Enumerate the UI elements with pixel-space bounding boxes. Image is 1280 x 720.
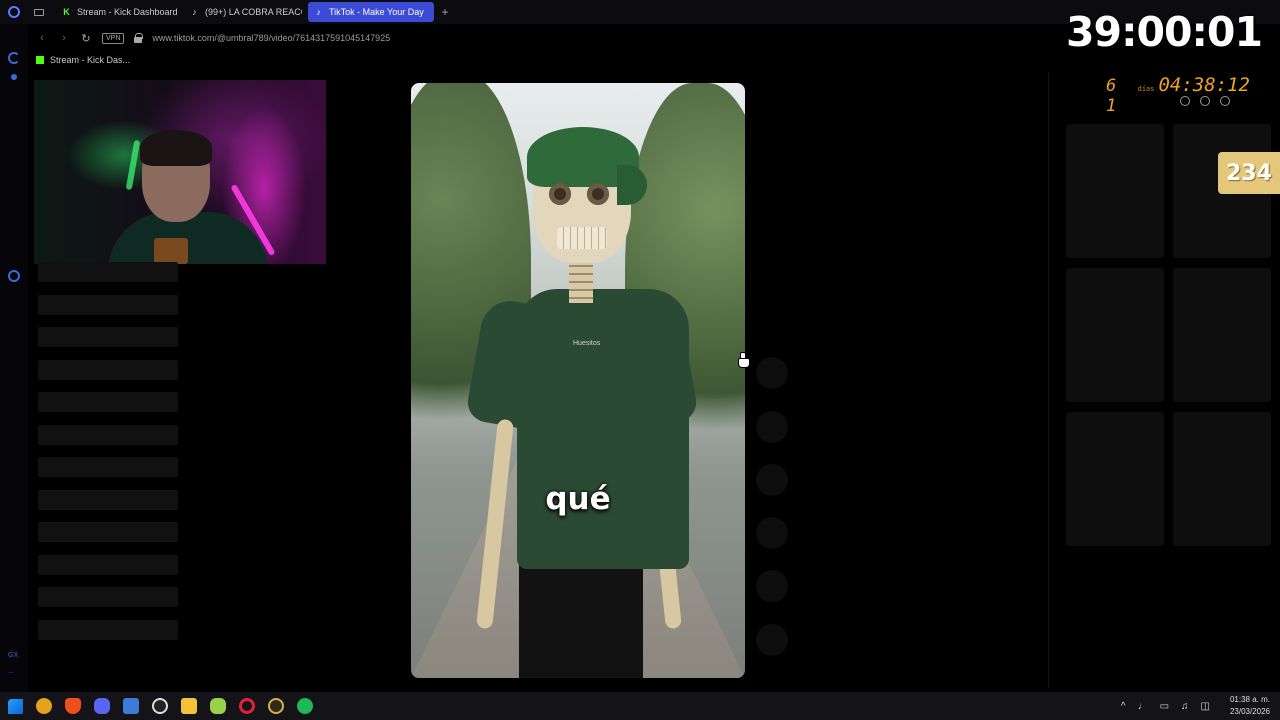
obs-icon[interactable] — [145, 692, 174, 720]
windows-taskbar: ^ ♩ ▭ ♫ ◫ 01:38 a. m. 23/03/2026 — [0, 692, 1280, 720]
vpn-badge[interactable]: VPN — [102, 32, 125, 44]
discord-icon[interactable] — [87, 692, 116, 720]
tab-label: Stream - Kick Dashboard — [77, 7, 178, 17]
clock-date: 23/03/2026 — [1229, 707, 1270, 716]
like-button[interactable] — [756, 357, 788, 389]
skeleton-row — [38, 424, 178, 445]
sidebar-dot-icon[interactable] — [11, 74, 17, 80]
video-tile[interactable] — [1173, 412, 1271, 546]
days-label: días — [1137, 85, 1155, 93]
skeleton-shirt — [517, 289, 689, 569]
video-tile[interactable] — [1173, 268, 1271, 402]
coin-app-icon[interactable] — [29, 692, 58, 720]
overlay-icons — [1180, 96, 1230, 106]
lock-icon[interactable] — [134, 33, 144, 43]
streamer-hair — [140, 130, 212, 166]
tree-left — [411, 83, 531, 493]
skeleton-row — [38, 619, 178, 640]
skeleton-row — [38, 457, 178, 477]
opera-sidebar: GX ... — [0, 24, 28, 692]
tab-tiktok[interactable]: ♪ TikTok - Make Your Day — [308, 2, 434, 22]
viewer-count-badge: 234 — [1218, 152, 1280, 194]
tab-label: (99+) LA COBRA REACCIO — [205, 7, 302, 17]
skeleton-eye — [587, 183, 609, 205]
file-explorer-icon[interactable] — [174, 692, 203, 720]
system-clock[interactable]: 01:38 a. m. 23/03/2026 — [1230, 694, 1270, 718]
new-tab-button[interactable]: + — [436, 2, 454, 22]
skeleton-row — [38, 522, 178, 542]
speaker-icon[interactable]: ♫ — [1181, 701, 1189, 712]
tab-label: TikTok - Make Your Day — [329, 7, 424, 17]
save-button[interactable] — [756, 464, 788, 496]
url-field[interactable]: www.tiktok.com/@umbral789/video/76143175… — [152, 33, 390, 43]
tiktok-video[interactable]: Huesitos qué — [411, 83, 745, 678]
forward-icon[interactable]: › — [58, 32, 70, 44]
chevron-up-icon[interactable]: ^ — [1121, 701, 1126, 712]
microphone — [154, 238, 188, 264]
skeleton-row — [38, 554, 178, 575]
microphone-icon[interactable]: ♩ — [1138, 701, 1148, 712]
tiktok-icon: ♪ — [192, 6, 197, 17]
skeleton-neck — [569, 259, 593, 303]
clock-time: 01:38 a. m. — [1229, 695, 1270, 704]
tiktok-icon: ♪ — [316, 6, 321, 17]
video-tile[interactable] — [1066, 124, 1164, 258]
gx-label[interactable]: GX — [8, 652, 18, 659]
bookmark-kick-dashboard[interactable]: Stream - Kick Das... — [50, 55, 130, 65]
skeleton-row — [38, 294, 178, 315]
skeleton-row — [38, 327, 178, 347]
phone-icon — [1200, 96, 1210, 106]
stream-timer: 39:00:01 — [1066, 8, 1263, 56]
settings-icon[interactable] — [8, 270, 20, 282]
time-value: 04:38:12 — [1158, 74, 1250, 96]
brave-browser-icon[interactable] — [58, 692, 87, 720]
gx-control-icon[interactable] — [8, 52, 20, 64]
sound-button[interactable] — [756, 624, 788, 656]
windows-start-icon[interactable] — [0, 692, 29, 720]
reload-icon[interactable]: ↻ — [80, 32, 92, 45]
store-icon[interactable] — [116, 692, 145, 720]
green-light — [125, 139, 141, 191]
skeleton-row — [38, 262, 178, 282]
skeleton-row — [38, 489, 178, 510]
skeleton-pants — [519, 559, 643, 678]
kick-icon: K — [63, 6, 70, 17]
kick-icon — [36, 56, 44, 64]
spotify-icon[interactable] — [290, 692, 319, 720]
opera-gx-icon[interactable] — [232, 692, 261, 720]
share-button[interactable] — [756, 517, 788, 549]
tab-la-cobra[interactable]: ♪ (99+) LA COBRA REACCIO — [184, 2, 302, 22]
comment-button[interactable] — [756, 411, 788, 443]
mouse-cursor-icon — [738, 352, 750, 368]
sidebar-more-icon[interactable]: ... — [8, 668, 14, 675]
loading-skeleton-list — [38, 262, 178, 650]
display-icon[interactable]: ▭ — [1160, 701, 1169, 712]
game-controller-icon[interactable] — [203, 692, 232, 720]
skeleton-row — [38, 359, 178, 380]
video-caption: qué — [545, 481, 611, 517]
skeleton-row — [38, 392, 178, 412]
shirt-text: Huesitos — [573, 340, 601, 347]
network-icon[interactable]: ◫ — [1201, 701, 1210, 712]
webcam-feed — [34, 80, 326, 264]
skeleton-teeth — [557, 227, 607, 249]
skeleton-eye — [549, 183, 571, 205]
back-icon[interactable]: ‹ — [36, 32, 48, 44]
address-bar: ‹ › ↻ VPN www.tiktok.com/@umbral789/vide… — [28, 28, 1038, 48]
video-tile[interactable] — [1066, 268, 1164, 402]
timer-icon — [1180, 96, 1190, 106]
avatar-icon — [1220, 96, 1230, 106]
bookmark-bar: Stream - Kick Das... — [28, 52, 130, 68]
tab-kick-dashboard[interactable]: K Stream - Kick Dashboard — [56, 2, 178, 22]
skeleton-row — [38, 587, 178, 607]
system-tray: ^ ♩ ▭ ♫ ◫ — [1121, 692, 1210, 720]
video-tile[interactable] — [1066, 412, 1164, 546]
more-button[interactable] — [756, 570, 788, 602]
days-value: 6 1 — [1106, 76, 1117, 116]
tab-switcher-icon[interactable] — [28, 0, 50, 24]
cup-app-icon[interactable] — [261, 692, 290, 720]
opera-gx-logo-icon[interactable] — [0, 0, 28, 24]
